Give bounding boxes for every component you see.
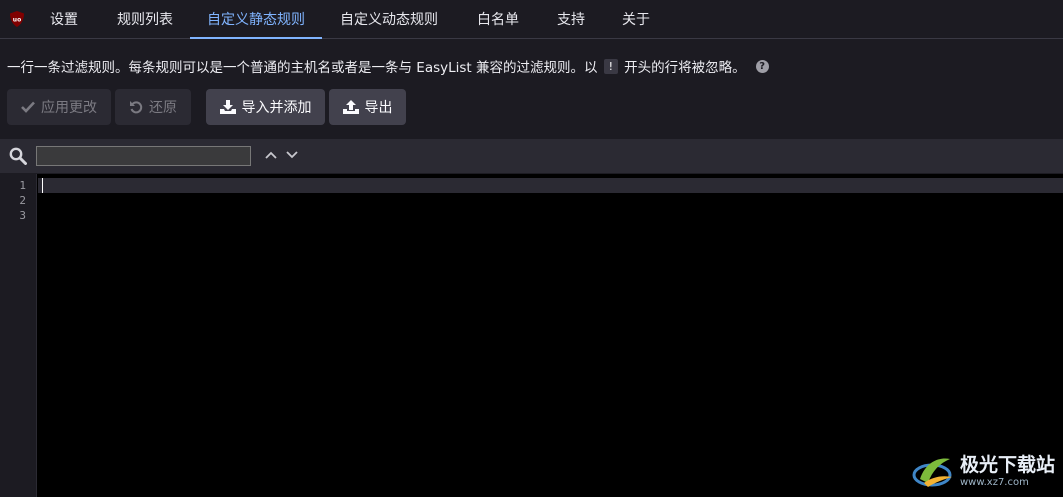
text-cursor	[42, 178, 43, 193]
line-number: 1	[19, 179, 26, 192]
help-icon[interactable]: ?	[755, 59, 769, 73]
revert-button[interactable]: 还原	[115, 89, 191, 125]
tab-settings[interactable]: 设置	[34, 0, 95, 38]
watermark-logo-icon	[912, 458, 952, 487]
tab-label: 关于	[622, 12, 650, 28]
description-after: 开头的行将被忽略。	[624, 60, 746, 76]
tab-whitelist[interactable]: 白名单	[455, 0, 536, 38]
chevron-up-icon[interactable]	[264, 150, 278, 160]
tab-my-filters[interactable]: 自定义静态规则	[190, 0, 322, 39]
search-input[interactable]	[36, 146, 251, 166]
undo-icon	[130, 101, 143, 114]
import-append-label: 导入并添加	[241, 100, 312, 116]
watermark: 极光下载站 www.xz7.com	[910, 453, 1055, 491]
line-number: 3	[19, 209, 26, 222]
export-icon	[342, 100, 359, 114]
filter-editor[interactable]: 1 2 3	[0, 174, 1063, 497]
tab-bar: uo 设置 规则列表 自定义静态规则 自定义动态规则 白名单 支持 关于	[0, 0, 1063, 39]
active-line-highlight	[38, 178, 1063, 193]
revert-label: 还原	[149, 100, 177, 116]
tab-support[interactable]: 支持	[536, 0, 602, 38]
apply-changes-button[interactable]: 应用更改	[7, 89, 111, 125]
tab-label: 规则列表	[117, 12, 173, 28]
apply-changes-label: 应用更改	[41, 100, 97, 116]
export-button[interactable]: 导出	[329, 89, 406, 125]
tab-label: 设置	[50, 12, 78, 28]
exclamation-badge: !	[603, 58, 619, 74]
checkmark-icon	[21, 101, 35, 113]
tab-label: 支持	[557, 12, 585, 28]
watermark-subtitle: www.xz7.com	[959, 477, 1029, 488]
chevron-down-icon[interactable]	[285, 150, 299, 160]
import-append-button[interactable]: 导入并添加	[206, 89, 325, 125]
shield-icon: uo	[10, 11, 24, 27]
svg-text:uo: uo	[13, 17, 21, 24]
tab-label: 白名单	[477, 12, 519, 28]
description-before: 一行一条过滤规则。每条规则可以是一个普通的主机名或者是一条与 EasyList …	[7, 60, 598, 76]
tab-label: 自定义静态规则	[207, 12, 305, 28]
description-text: 一行一条过滤规则。每条规则可以是一个普通的主机名或者是一条与 EasyList …	[7, 56, 769, 76]
search-bar	[0, 139, 1063, 173]
tab-filter-lists[interactable]: 规则列表	[95, 0, 190, 38]
line-number-gutter: 1 2 3	[0, 174, 37, 497]
tab-about[interactable]: 关于	[602, 0, 667, 38]
import-icon	[219, 100, 236, 114]
line-number: 2	[19, 194, 26, 207]
search-icon[interactable]	[9, 147, 27, 165]
watermark-title: 极光下载站	[959, 454, 1055, 476]
ublock-logo: uo	[0, 0, 34, 38]
tab-label: 自定义动态规则	[340, 12, 438, 28]
export-label: 导出	[364, 100, 393, 116]
tab-my-rules[interactable]: 自定义动态规则	[322, 0, 455, 38]
